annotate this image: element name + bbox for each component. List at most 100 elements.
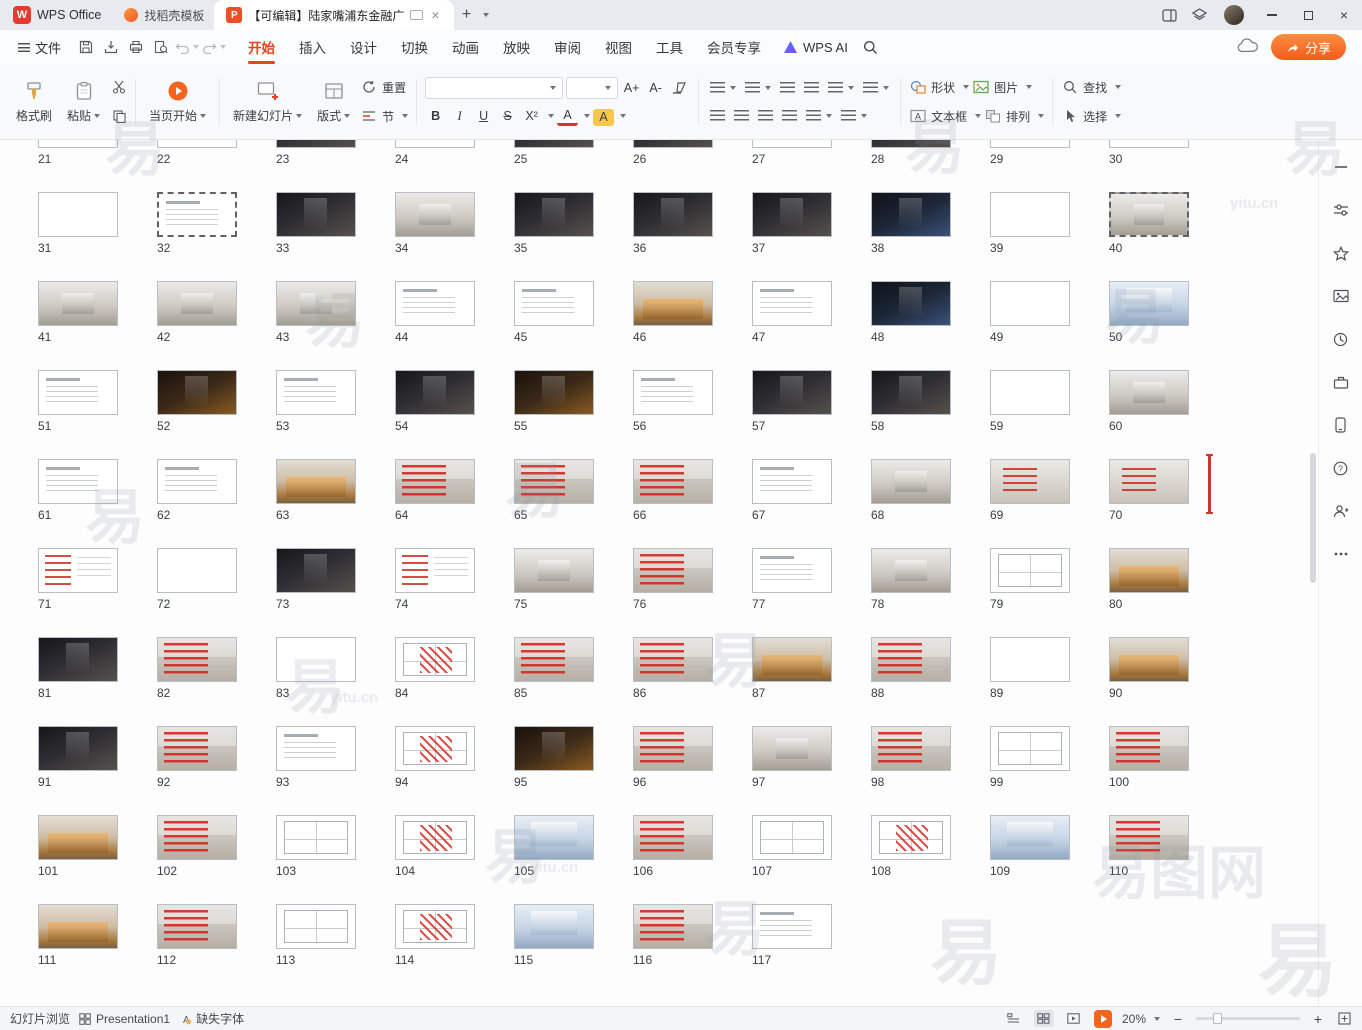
menu-tab-tools[interactable]: 工具 (644, 30, 695, 64)
clear-format-icon[interactable] (669, 77, 690, 98)
slide-thumbnail[interactable] (990, 140, 1070, 148)
slideshow-play-button[interactable] (1094, 1010, 1112, 1028)
slide-thumbnail[interactable] (157, 140, 237, 148)
slide-thumbnail[interactable] (871, 815, 951, 860)
slide-thumbnail[interactable] (871, 370, 951, 415)
slide-thumbnail[interactable] (276, 140, 356, 148)
new-tab-button[interactable]: + (454, 0, 480, 30)
slide-thumbnail[interactable] (157, 370, 237, 415)
star-resources-icon[interactable] (1330, 242, 1352, 264)
slide-thumbnail[interactable] (871, 192, 951, 237)
slide-thumbnail[interactable] (157, 459, 237, 504)
slide-thumbnail[interactable] (633, 370, 713, 415)
zoom-slider[interactable] (1196, 1017, 1300, 1020)
slide-sorter-view-icon[interactable] (1034, 1010, 1054, 1027)
file-menu-button[interactable]: 文件 (10, 38, 69, 57)
properties-icon[interactable] (1330, 199, 1352, 221)
slide-thumbnail[interactable] (38, 637, 118, 682)
find-button[interactable]: 查找 (1061, 76, 1121, 98)
slide-thumbnail[interactable] (633, 140, 713, 148)
menu-tab-view[interactable]: 视图 (593, 30, 644, 64)
slide-thumbnail[interactable] (633, 459, 713, 504)
slide-thumbnail[interactable] (633, 726, 713, 771)
menu-tab-design[interactable]: 设计 (338, 30, 389, 64)
fit-to-window-icon[interactable] (1336, 1011, 1352, 1027)
slide-thumbnail[interactable] (1109, 637, 1189, 682)
slide-thumbnail[interactable] (752, 548, 832, 593)
slide-thumbnail[interactable] (276, 192, 356, 237)
slide-thumbnail[interactable] (38, 370, 118, 415)
slide-thumbnail[interactable] (1109, 281, 1189, 326)
redo-icon[interactable] (202, 35, 226, 59)
menu-tab-insert[interactable]: 插入 (287, 30, 338, 64)
slide-thumbnail[interactable] (1109, 548, 1189, 593)
scrollbar-thumb[interactable] (1310, 453, 1316, 583)
document-tab[interactable]: P 【可编辑】陆家嘴浦东金融广 × (214, 0, 453, 30)
indent-increase-button[interactable] (801, 77, 822, 98)
slide-thumbnail[interactable] (395, 370, 475, 415)
play-from-current-button[interactable]: 当页开始 (144, 77, 211, 126)
slide-thumbnail[interactable] (157, 904, 237, 949)
picture-button[interactable]: 图片 (972, 76, 1032, 98)
slide-thumbnail[interactable] (1109, 726, 1189, 771)
slide-thumbnail[interactable] (276, 281, 356, 326)
slide-thumbnail[interactable] (38, 548, 118, 593)
tab-list-chevron-icon[interactable] (483, 13, 489, 17)
slide-thumbnail[interactable] (157, 548, 237, 593)
normal-view-icon[interactable] (1004, 1010, 1024, 1027)
print-preview-icon[interactable] (150, 35, 172, 59)
slide-thumbnail[interactable] (871, 459, 951, 504)
close-tab-icon[interactable]: × (429, 8, 441, 22)
slide-thumbnail[interactable] (1109, 459, 1189, 504)
slide-thumbnail[interactable] (1109, 815, 1189, 860)
close-window-button[interactable]: × (1326, 0, 1362, 30)
shapes-button[interactable]: 形状 (909, 76, 969, 98)
layout-button[interactable]: 版式 (312, 77, 355, 126)
font-size-combo[interactable] (566, 77, 618, 99)
missing-fonts-item[interactable]: A! 缺失字体 (179, 1010, 244, 1027)
underline-button[interactable]: U (473, 106, 494, 127)
slide-thumbnail[interactable] (276, 904, 356, 949)
text-direction-button[interactable] (860, 77, 892, 98)
slide-thumbnail[interactable] (157, 637, 237, 682)
cut-button[interactable] (110, 76, 127, 98)
slide-thumbnail[interactable] (395, 459, 475, 504)
slide-thumbnail[interactable] (752, 370, 832, 415)
format-painter-button[interactable]: 格式刷 (11, 77, 57, 126)
vertical-scrollbar[interactable] (1309, 144, 1317, 1002)
text-box-button[interactable]: A文本框 (909, 105, 981, 127)
wps-ai-button[interactable]: WPS AI (773, 40, 858, 55)
doc-name-item[interactable]: Presentation1 (79, 1012, 170, 1026)
slide-thumbnail[interactable] (38, 459, 118, 504)
bold-button[interactable]: B (425, 106, 446, 127)
new-slide-button[interactable]: 新建幻灯片 (228, 77, 307, 126)
share-button[interactable]: 分享 (1271, 34, 1346, 60)
invite-collaborate-icon[interactable] (1330, 500, 1352, 522)
menu-tab-member[interactable]: 会员专享 (695, 30, 773, 64)
slide-thumbnail[interactable] (1109, 192, 1189, 237)
reading-view-icon[interactable] (1064, 1010, 1084, 1027)
more-options-icon[interactable] (1330, 543, 1352, 565)
slide-thumbnail[interactable] (395, 281, 475, 326)
highlight-color-button[interactable]: A (593, 109, 614, 126)
split-view-icon[interactable] (1154, 0, 1184, 30)
distribute-text-button[interactable] (803, 105, 835, 126)
strikethrough-button[interactable]: S (497, 106, 518, 127)
slide-thumbnail[interactable] (990, 281, 1070, 326)
slide-thumbnail[interactable] (395, 637, 475, 682)
minimize-button[interactable] (1254, 0, 1290, 30)
menu-tab-slideshow[interactable]: 放映 (491, 30, 542, 64)
slide-thumbnail[interactable] (752, 281, 832, 326)
numbered-list-button[interactable] (742, 77, 774, 98)
slide-thumbnail[interactable] (514, 815, 594, 860)
skin-settings-icon[interactable] (1184, 0, 1214, 30)
maximize-button[interactable] (1290, 0, 1326, 30)
slide-thumbnail[interactable] (395, 726, 475, 771)
paragraph-settings-button[interactable] (838, 105, 870, 126)
slide-thumbnail[interactable] (395, 140, 475, 148)
slide-thumbnail[interactable] (514, 548, 594, 593)
search-icon[interactable] (858, 34, 884, 60)
bullet-list-button[interactable] (707, 77, 739, 98)
slide-thumbnail[interactable] (752, 815, 832, 860)
menu-tab-home[interactable]: 开始 (236, 30, 287, 64)
